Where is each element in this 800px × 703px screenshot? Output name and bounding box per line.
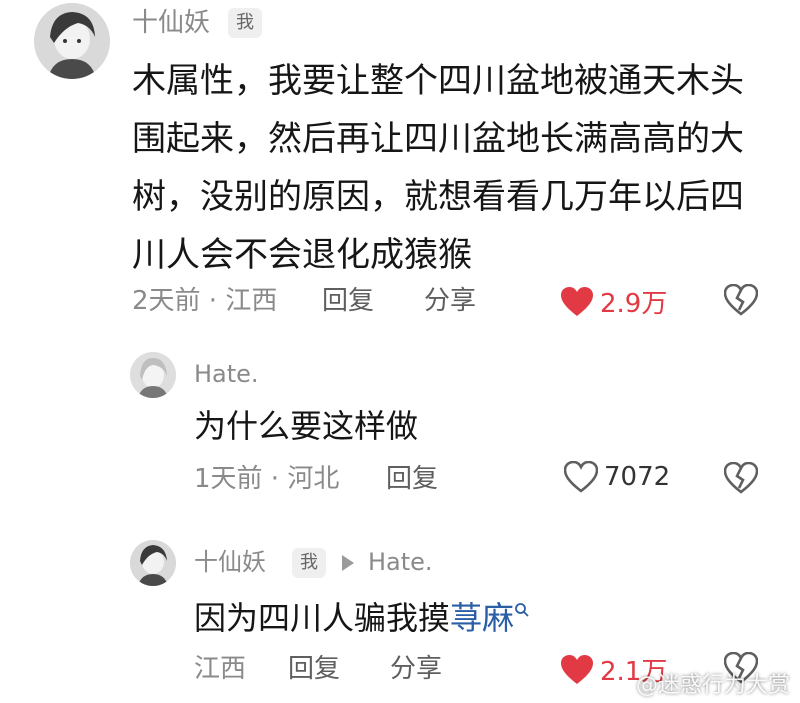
- reply-text-prefix: 因为四川人骗我摸: [194, 599, 451, 637]
- search-icon[interactable]: [514, 602, 530, 618]
- reply-meta: 1天前 · 河北: [194, 464, 340, 494]
- comment-line: 围起来，然后再让四川盆地长满高高的大: [132, 119, 744, 159]
- share-button[interactable]: 分享: [424, 284, 476, 318]
- like-count: 2.9万: [600, 289, 668, 319]
- like-button[interactable]: 7072: [564, 461, 670, 493]
- comment-line: 川人会不会退化成猿猴: [132, 235, 472, 275]
- comment-line: 木属性，我要让整个四川盆地被通天木头: [132, 61, 744, 101]
- comment-meta: 2天前 · 江西: [132, 286, 278, 316]
- reply-button[interactable]: 回复: [322, 284, 374, 318]
- username[interactable]: 十仙妖: [194, 546, 266, 578]
- reply-text: 为什么要这样做: [194, 407, 419, 445]
- author-tag: 我: [228, 8, 262, 38]
- reply-text: 因为四川人骗我摸荨麻: [194, 596, 530, 640]
- reply-to-username[interactable]: Hate.: [368, 546, 433, 578]
- avatar[interactable]: [130, 352, 176, 398]
- username[interactable]: Hate.: [194, 358, 259, 390]
- heart-icon: [564, 461, 598, 493]
- watermark: @迷惑行为大赏: [635, 673, 790, 698]
- reply-button[interactable]: 回复: [386, 462, 438, 496]
- comment-line: 树，没别的原因，就想看看几万年以后四: [132, 177, 744, 217]
- username[interactable]: 十仙妖: [132, 6, 210, 40]
- search-link[interactable]: 荨麻: [450, 599, 514, 637]
- broken-heart-icon[interactable]: [724, 284, 758, 316]
- play-arrow-icon: [342, 555, 354, 571]
- share-button[interactable]: 分享: [390, 652, 442, 686]
- heart-icon: [561, 286, 593, 316]
- author-tag: 我: [292, 548, 326, 578]
- like-button[interactable]: 2.9万: [560, 283, 667, 320]
- avatar[interactable]: [130, 540, 176, 586]
- reply-meta: 江西: [194, 654, 247, 684]
- like-count: 7072: [604, 462, 671, 492]
- heart-icon: [561, 654, 593, 684]
- broken-heart-icon[interactable]: [724, 462, 758, 494]
- avatar[interactable]: [34, 3, 110, 79]
- reply-button[interactable]: 回复: [288, 652, 340, 686]
